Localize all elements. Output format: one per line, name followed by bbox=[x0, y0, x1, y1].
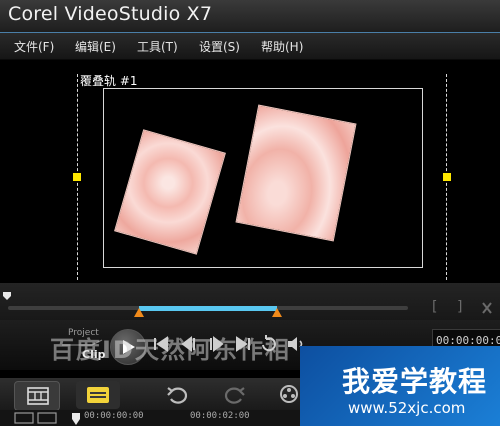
undo-icon[interactable] bbox=[166, 385, 188, 405]
timeline-view-button[interactable] bbox=[76, 381, 120, 409]
ruler-timecode-2s: 00:00:02:00 bbox=[190, 411, 250, 421]
trim-in-marker[interactable] bbox=[134, 308, 144, 317]
filmstrip-icon bbox=[27, 387, 49, 405]
app-title: Corel VideoStudio X7 bbox=[8, 3, 213, 25]
resize-handle-right[interactable] bbox=[443, 173, 451, 181]
menu-settings[interactable]: 设置(S) bbox=[199, 38, 240, 55]
site-logo-name: 我爱学教程 bbox=[342, 365, 488, 398]
watermark-text: 百度ID天然阿东作相 bbox=[50, 336, 291, 364]
redo-icon[interactable] bbox=[224, 385, 246, 405]
mark-in-button[interactable]: [ bbox=[432, 299, 437, 315]
mark-out-button[interactable]: ] bbox=[457, 299, 462, 315]
trim-out-marker[interactable] bbox=[272, 308, 282, 317]
timeline-view-icon bbox=[87, 387, 109, 403]
menu-edit[interactable]: 编辑(E) bbox=[75, 38, 116, 55]
record-capture-icon[interactable] bbox=[279, 384, 299, 404]
site-logo-badge: 我爱学教程 www.52xjc.com bbox=[300, 346, 500, 426]
site-logo-url: www.52xjc.com bbox=[348, 399, 466, 417]
track-manager-icon[interactable] bbox=[14, 412, 58, 424]
trim-range[interactable] bbox=[139, 306, 277, 311]
preview-window[interactable]: 覆叠轨 #1 bbox=[0, 60, 500, 280]
timeline-playhead[interactable] bbox=[72, 413, 80, 425]
menu-bar: 文件(F) 编辑(E) 工具(T) 设置(S) 帮助(H) bbox=[0, 32, 500, 60]
resize-handle-left[interactable] bbox=[73, 173, 81, 181]
title-bar: Corel VideoStudio X7 bbox=[0, 0, 500, 32]
playhead[interactable] bbox=[2, 291, 12, 301]
ruler-timecode-start: 00:00:00:00 bbox=[84, 411, 144, 421]
menu-tools[interactable]: 工具(T) bbox=[137, 38, 178, 55]
menu-file[interactable]: 文件(F) bbox=[14, 38, 54, 55]
menu-help[interactable]: 帮助(H) bbox=[261, 38, 303, 55]
overlay-track-label: 覆叠轨 #1 bbox=[80, 74, 138, 88]
split-clip-icon[interactable] bbox=[480, 301, 494, 315]
storyboard-view-button[interactable] bbox=[14, 381, 60, 411]
